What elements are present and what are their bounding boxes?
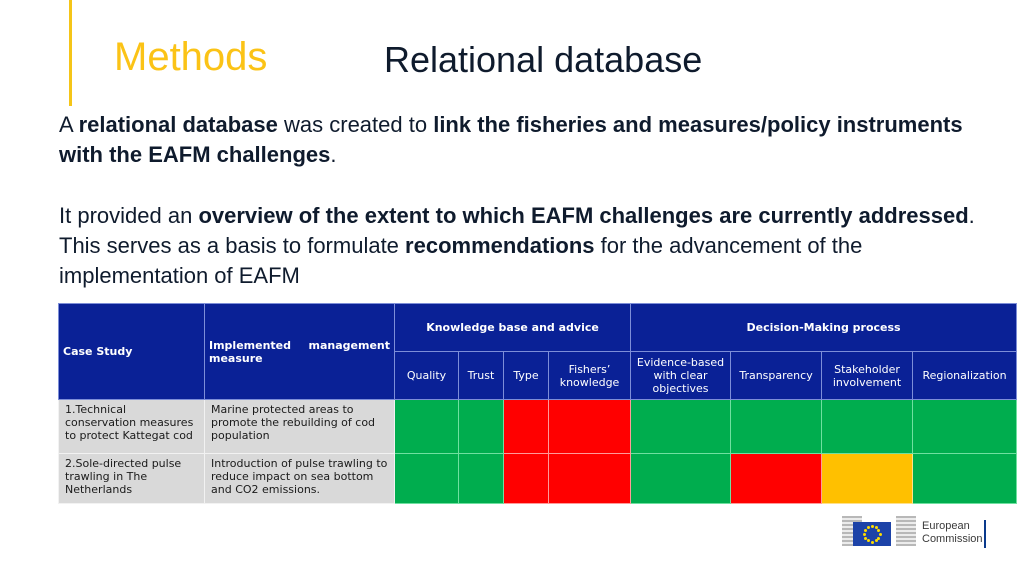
- header-group-decision: Decision-Making process: [630, 303, 1018, 352]
- emphasis: recommendations: [405, 233, 595, 258]
- building-graphic-right: [896, 516, 916, 546]
- eu-star-icon: [866, 525, 870, 529]
- status-cell-green: [630, 399, 732, 454]
- case-study-cell: 1.Technical conservation measures to pro…: [58, 399, 205, 454]
- eu-star-icon: [870, 524, 874, 528]
- measure-cell: Introduction of pulse trawling to reduce…: [204, 453, 395, 504]
- status-cell-green: [821, 399, 914, 454]
- eu-star-icon: [877, 528, 881, 532]
- eu-star-icon: [870, 540, 874, 544]
- table-row: 2.Sole-directed pulse trawling in The Ne…: [58, 453, 1018, 504]
- text-span: .: [330, 142, 337, 167]
- section-title: Methods: [114, 35, 268, 79]
- status-cell-red: [730, 453, 823, 504]
- status-cell-green: [394, 399, 459, 454]
- emphasis: relational database: [78, 112, 278, 137]
- subheader-fishers-knowledge: Fishers’ knowledge: [547, 351, 632, 400]
- table-row: 1.Technical conservation measures to pro…: [58, 399, 1018, 454]
- eafm-challenge-matrix: Case Study Implemented management measur…: [58, 303, 1018, 504]
- status-cell-green: [912, 399, 1018, 454]
- status-cell-red: [503, 453, 549, 504]
- header-case-study: Case Study: [58, 303, 205, 400]
- emphasis: overview of the extent to which EAFM cha…: [198, 203, 969, 228]
- subheader-trust: Trust: [458, 351, 504, 400]
- subheader-regionalization: Regionalization: [912, 351, 1018, 400]
- accent-divider: [69, 0, 72, 106]
- eu-star-icon: [863, 536, 867, 540]
- header-group-knowledge: Knowledge base and advice: [393, 303, 632, 352]
- status-cell-red: [503, 399, 549, 454]
- status-cell-amber: [821, 453, 914, 504]
- header-management-measure: Implemented management measure: [204, 303, 395, 400]
- status-cell-green: [458, 399, 504, 454]
- eu-star-icon: [878, 532, 882, 536]
- status-cell-green: [630, 453, 732, 504]
- status-cell-green: [458, 453, 504, 504]
- status-cell-green: [912, 453, 1018, 504]
- logo-text: European Commission: [922, 520, 983, 545]
- eu-star-icon: [862, 532, 866, 536]
- case-study-cell: 2.Sole-directed pulse trawling in The Ne…: [58, 453, 205, 504]
- text-span: It provided an: [59, 203, 199, 228]
- eu-star-icon: [874, 539, 878, 543]
- eu-star-icon: [877, 536, 881, 540]
- text-span: was created to: [277, 112, 434, 137]
- status-cell-red: [547, 453, 632, 504]
- text-span: A: [59, 112, 79, 137]
- eu-star-icon: [863, 528, 867, 532]
- status-cell-green: [394, 453, 459, 504]
- overview-paragraph: It provided an overview of the extent to…: [59, 201, 999, 291]
- subheader-evidence-based: Evidence-based with clear objectives: [630, 351, 732, 400]
- eu-star-icon: [866, 539, 870, 543]
- status-cell-red: [547, 399, 632, 454]
- page-title: Relational database: [384, 39, 703, 80]
- subheader-transparency: Transparency: [730, 351, 823, 400]
- subheader-type: Type: [503, 351, 549, 400]
- eu-flag-icon: [853, 522, 891, 546]
- status-cell-green: [730, 399, 823, 454]
- logo-divider: [984, 520, 986, 548]
- intro-paragraph: A relational database was created to lin…: [59, 110, 999, 170]
- subheader-stakeholder-involvement: Stakeholder involvement: [821, 351, 914, 400]
- european-commission-logo: European Commission: [842, 514, 992, 550]
- measure-cell: Marine protected areas to promote the re…: [204, 399, 395, 454]
- subheader-quality: Quality: [394, 351, 459, 400]
